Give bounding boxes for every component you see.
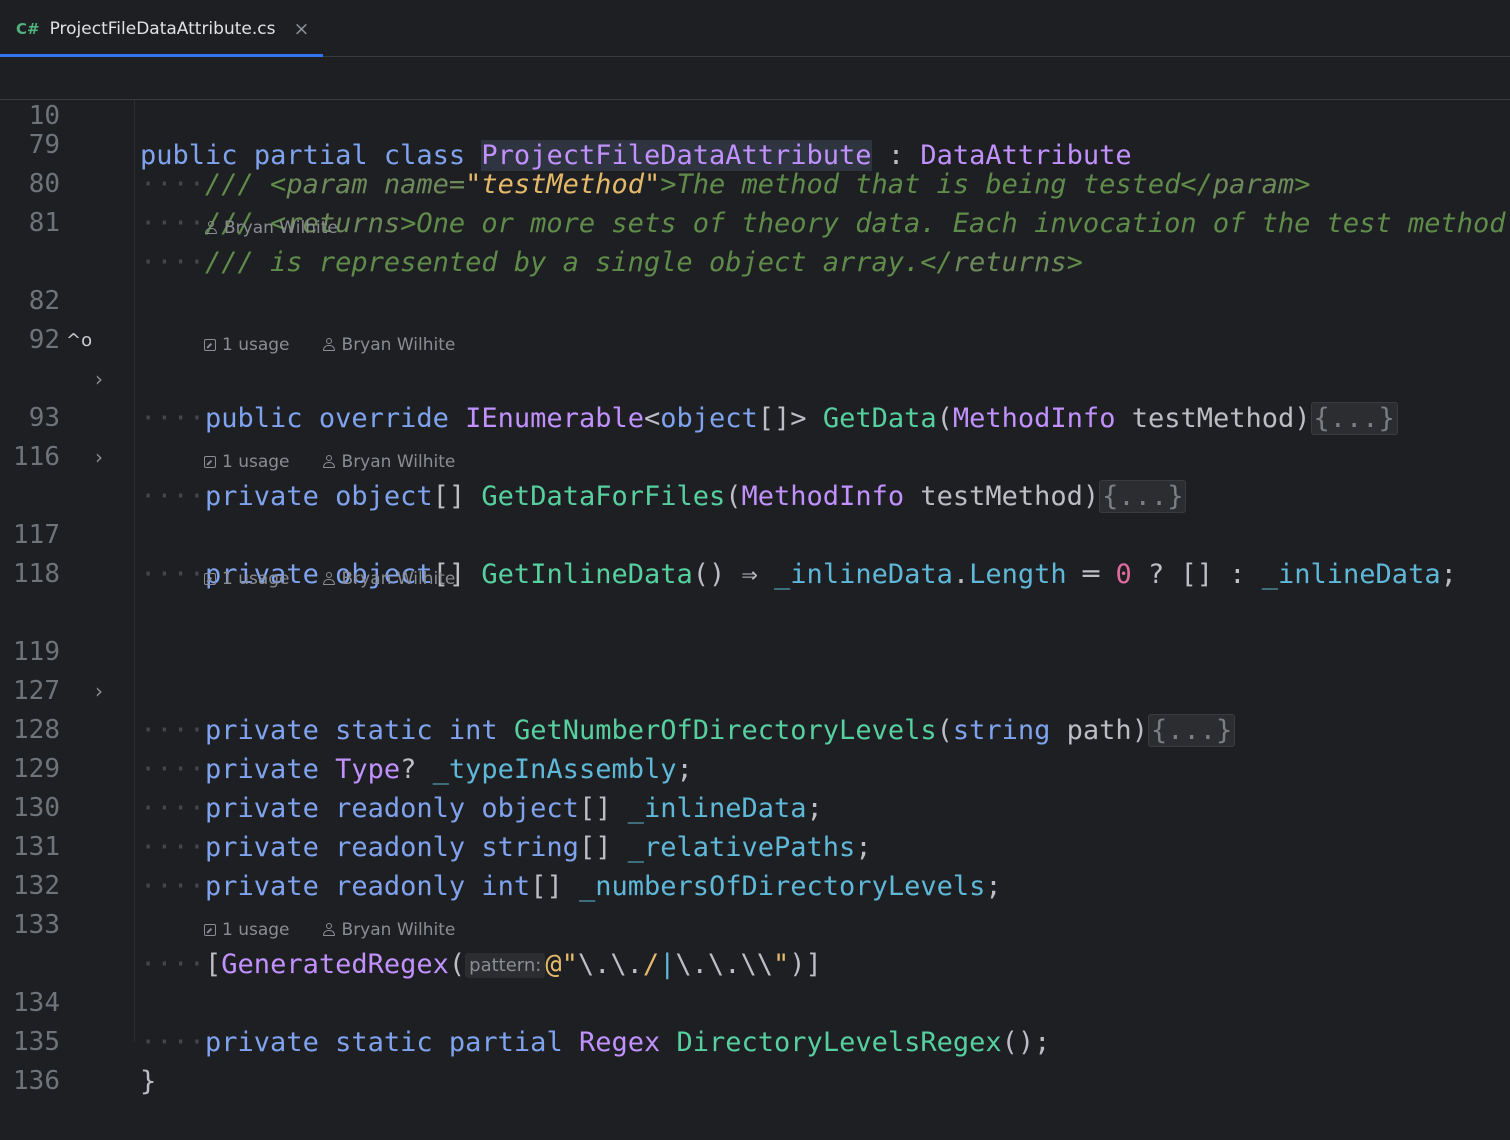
line-number: 136 bbox=[13, 1066, 60, 1096]
code-line: 129 ····private readonly object[] _inlin… bbox=[0, 711, 1510, 824]
class-name: ProjectFileDataAttribute bbox=[481, 140, 872, 171]
author-hint[interactable]: Bryan Wilhite bbox=[322, 447, 455, 477]
line-number: 133 bbox=[13, 910, 60, 940]
line-number: 10 bbox=[28, 101, 60, 131]
code-line: 134 ····private static partial Regex Dir… bbox=[0, 945, 1510, 1058]
user-icon bbox=[322, 338, 336, 352]
csharp-file-icon: C# bbox=[16, 19, 40, 38]
usage-hint[interactable]: 1 usage bbox=[204, 564, 290, 594]
author-hint[interactable]: Bryan Wilhite bbox=[322, 915, 455, 945]
code-line: 136 bbox=[0, 1023, 1510, 1096]
code-line: 118 bbox=[0, 516, 1510, 589]
user-icon bbox=[322, 923, 336, 937]
code-vision-hint: 1 usage Bryan Wilhite bbox=[204, 330, 487, 360]
user-icon bbox=[322, 572, 336, 586]
code-line: 93 › ····private object[] GetDataForFile… bbox=[0, 360, 1510, 513]
code-text: } bbox=[140, 1066, 157, 1097]
code-line: 119 › ····private static int GetNumberOf… bbox=[0, 594, 1510, 747]
code-vision-hint: Bryan Wilhite bbox=[204, 213, 370, 243]
code-line: 116 bbox=[0, 399, 1510, 472]
author-hint[interactable]: Bryan Wilhite bbox=[322, 564, 455, 594]
code-line: 127 bbox=[0, 633, 1510, 706]
usage-hint[interactable]: 1 usage bbox=[204, 915, 290, 945]
line-number: 116 bbox=[13, 442, 60, 472]
usage-icon bbox=[204, 339, 216, 351]
code-line: 135 } bbox=[0, 984, 1510, 1097]
code-vision-hint: 1 usage Bryan Wilhite bbox=[204, 915, 487, 945]
tab-file-name: ProjectFileDataAttribute.cs bbox=[49, 18, 276, 39]
usage-hint[interactable]: 1 usage bbox=[204, 447, 290, 477]
code-line: 82 ^o › ····public override IEnumerable<… bbox=[0, 243, 1510, 435]
code-line: 132 bbox=[0, 828, 1510, 901]
code-line: 128 ····private Type? _typeInAssembly; bbox=[0, 672, 1510, 785]
code-vision-hint: 1 usage Bryan Wilhite bbox=[204, 564, 487, 594]
tab-project-file-data-attribute[interactable]: C# ProjectFileDataAttribute.cs × bbox=[0, 0, 323, 58]
author-hint[interactable]: Bryan Wilhite bbox=[322, 330, 455, 360]
code-vision-hint: 1 usage Bryan Wilhite bbox=[204, 447, 487, 477]
user-icon bbox=[322, 455, 336, 469]
base-class: DataAttribute bbox=[920, 140, 1132, 171]
code-line: 117 ····private object[] GetInlineData()… bbox=[0, 477, 1510, 590]
override-icon[interactable]: ^o bbox=[66, 321, 92, 360]
code-line: 131 ····private readonly int[] _numbersO… bbox=[0, 789, 1510, 902]
code-line: 10 public partial class ProjectFileDataA… bbox=[0, 58, 1510, 171]
usage-icon bbox=[204, 456, 216, 468]
editor-tab-bar: C# ProjectFileDataAttribute.cs × bbox=[0, 0, 1510, 58]
usage-icon bbox=[204, 924, 216, 936]
code-editor[interactable]: 10 public partial class ProjectFileDataA… bbox=[0, 57, 1510, 1097]
user-icon bbox=[204, 221, 218, 235]
usage-icon bbox=[204, 573, 216, 585]
code-line: 133 ····[GeneratedRegex(pattern: @"\.\./|… bbox=[0, 867, 1510, 980]
line-number: 118 bbox=[13, 559, 60, 589]
line-number: 92 bbox=[28, 325, 60, 355]
code-line: 130 ····private readonly string[] _relat… bbox=[0, 750, 1510, 863]
code-line: 92 bbox=[0, 282, 1510, 355]
sticky-scroll-header[interactable]: 10 public partial class ProjectFileDataA… bbox=[0, 57, 1510, 171]
author-hint[interactable]: Bryan Wilhite bbox=[204, 213, 338, 243]
fold-chevron-icon[interactable]: › bbox=[95, 438, 103, 477]
close-icon[interactable]: × bbox=[293, 18, 309, 40]
code-text: public partial class ProjectFileDataAttr… bbox=[140, 140, 1132, 171]
usage-hint[interactable]: 1 usage bbox=[204, 330, 290, 360]
